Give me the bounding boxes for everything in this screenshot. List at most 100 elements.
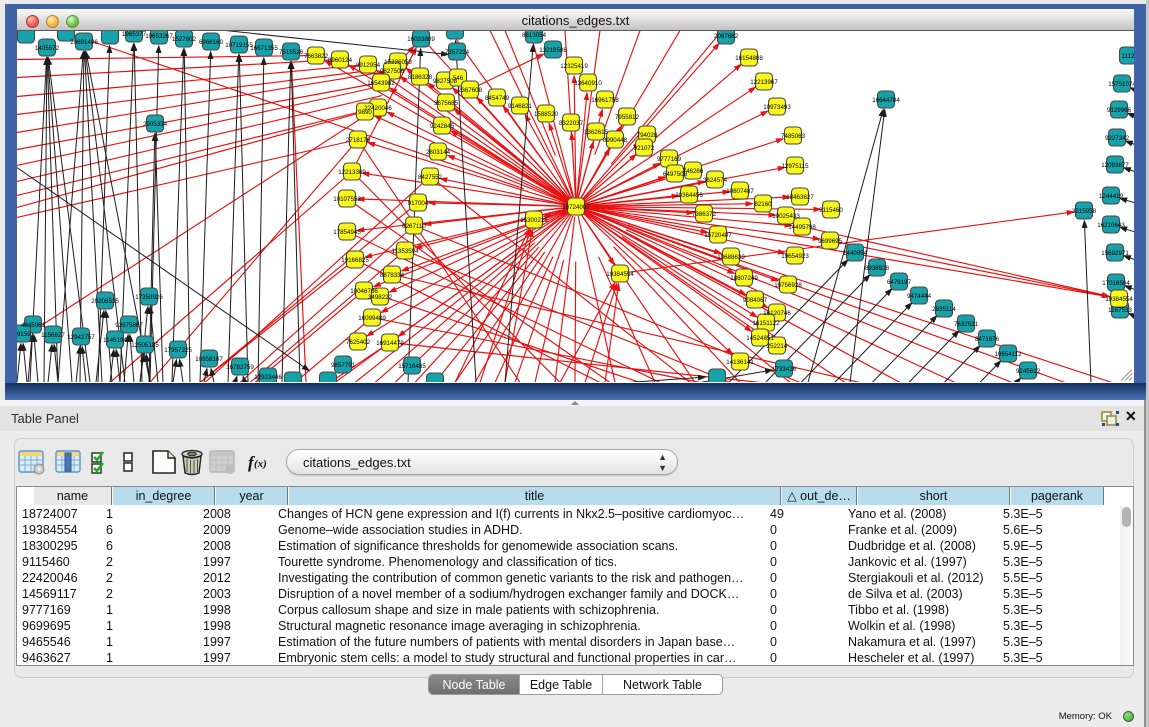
svg-text:15751074: 15751074 <box>1108 81 1134 88</box>
svg-text:8471676: 8471676 <box>975 336 1000 343</box>
svg-text:15716485: 15716485 <box>398 363 426 370</box>
svg-text:1112: 1112 <box>1122 53 1134 60</box>
svg-text:(x): (x) <box>254 458 267 470</box>
svg-text:19654923: 19654923 <box>781 253 809 260</box>
svg-text:16154808: 16154808 <box>735 55 763 62</box>
svg-text:12213967: 12213967 <box>750 79 778 86</box>
svg-text:16151122: 16151122 <box>752 320 780 327</box>
svg-text:921072: 921072 <box>634 145 655 152</box>
svg-text:1965377: 1965377 <box>122 31 147 38</box>
svg-text:10654112: 10654112 <box>994 351 1022 358</box>
svg-text:19384554: 19384554 <box>606 271 634 278</box>
svg-text:9227342: 9227342 <box>1105 135 1130 142</box>
svg-text:16914479: 16914479 <box>376 340 404 347</box>
svg-text:9129966: 9129966 <box>1107 107 1132 114</box>
svg-text:7485063: 7485063 <box>781 133 806 140</box>
svg-text:1145194: 1145194 <box>103 337 127 344</box>
svg-text:8322037: 8322037 <box>559 120 584 127</box>
svg-text:8938928: 8938928 <box>865 265 890 272</box>
svg-text:3624574: 3624574 <box>703 177 728 184</box>
svg-text:12923446: 12923446 <box>254 374 282 381</box>
svg-text:1362615: 1362615 <box>584 129 609 136</box>
svg-text:2367608: 2367608 <box>458 87 483 94</box>
svg-text:12213389: 12213389 <box>338 169 366 176</box>
svg-text:1405572: 1405572 <box>35 45 60 52</box>
svg-text:12325419: 12325419 <box>560 63 588 70</box>
svg-text:7515526: 7515526 <box>279 49 304 56</box>
svg-text:19166825: 19166825 <box>341 257 369 264</box>
svg-text:16210643: 16210643 <box>1097 222 1125 229</box>
svg-text:10107552: 10107552 <box>333 196 361 203</box>
svg-text:12942757: 12942757 <box>67 334 95 341</box>
svg-text:13640910: 13640910 <box>574 80 602 87</box>
svg-text:8267110: 8267110 <box>402 223 426 230</box>
svg-text:10958107: 10958107 <box>195 356 223 363</box>
svg-text:1733426: 1733426 <box>772 366 797 373</box>
svg-text:2905334: 2905334 <box>143 121 168 128</box>
svg-text:10973493: 10973493 <box>763 104 791 111</box>
svg-text:9890: 9890 <box>358 109 372 116</box>
svg-text:4845061: 4845061 <box>21 322 46 329</box>
svg-text:14495798: 14495798 <box>788 224 816 231</box>
svg-text:62160: 62160 <box>754 201 772 208</box>
svg-text:794028: 794028 <box>637 132 658 139</box>
svg-text:17359926: 17359926 <box>135 294 163 301</box>
svg-text:17854945: 17854945 <box>333 229 361 236</box>
svg-text:9474444: 9474444 <box>907 293 932 300</box>
svg-text:7386372: 7386372 <box>692 211 717 218</box>
svg-text:14524851: 14524851 <box>746 335 774 342</box>
svg-text:20691406: 20691406 <box>70 39 98 46</box>
svg-text:93975867: 93975867 <box>115 322 143 329</box>
svg-text:16644784: 16644784 <box>872 97 900 104</box>
svg-text:12505185: 12505185 <box>131 342 159 349</box>
svg-text:16782759: 16782759 <box>226 364 254 371</box>
svg-text:18724007: 18724007 <box>562 204 590 211</box>
svg-text:8990448: 8990448 <box>603 137 628 144</box>
svg-text:9827506: 9827506 <box>380 68 405 75</box>
svg-text:2718176: 2718176 <box>346 137 371 144</box>
svg-text:9699695: 9699695 <box>818 238 843 245</box>
svg-text:6497508: 6497508 <box>663 171 688 178</box>
svg-text:1167533: 1167533 <box>1108 307 1132 314</box>
svg-text:2935114: 2935114 <box>932 306 956 313</box>
svg-text:3498222: 3498222 <box>368 294 393 301</box>
svg-text:9245612: 9245612 <box>1016 368 1041 375</box>
svg-text:7357224: 7357224 <box>445 49 470 56</box>
svg-text:12093877: 12093877 <box>1101 162 1129 169</box>
svg-text:917004: 917004 <box>408 200 429 207</box>
svg-text:10719155: 10719155 <box>225 42 253 49</box>
svg-text:1440954: 1440954 <box>843 250 868 257</box>
svg-text:1527602: 1527602 <box>172 36 197 43</box>
svg-text:546: 546 <box>453 75 464 82</box>
svg-text:16120746: 16120746 <box>763 310 791 317</box>
svg-text:8186328: 8186328 <box>408 74 433 81</box>
svg-text:8813054: 8813054 <box>522 32 547 39</box>
svg-text:6966160: 6966160 <box>199 39 224 46</box>
svg-text:12975115: 12975115 <box>781 163 809 170</box>
svg-text:8427552: 8427552 <box>418 174 443 181</box>
svg-text:15692971: 15692971 <box>1101 250 1129 257</box>
svg-text:9242845: 9242845 <box>430 123 455 130</box>
svg-text:13218506: 13218506 <box>539 47 567 54</box>
svg-text:20364456: 20364456 <box>675 192 703 199</box>
svg-text:17016504: 17016504 <box>1102 280 1130 287</box>
svg-text:9115460: 9115460 <box>819 207 843 214</box>
svg-text:252214: 252214 <box>767 343 788 350</box>
svg-text:11353594: 11353594 <box>391 248 419 255</box>
svg-text:16543982: 16543982 <box>367 80 395 87</box>
svg-text:15300215: 15300215 <box>520 217 548 224</box>
svg-text:8960124: 8960124 <box>328 57 353 64</box>
svg-text:10653267: 10653267 <box>145 33 173 40</box>
svg-text:10688639: 10688639 <box>717 254 745 261</box>
svg-text:1588520: 1588520 <box>534 111 559 118</box>
svg-text:7663822: 7663822 <box>304 53 329 60</box>
svg-text:3675685: 3675685 <box>434 100 459 107</box>
svg-text:1156827: 1156827 <box>41 332 65 339</box>
svg-text:7625402: 7625402 <box>346 339 371 346</box>
svg-text:15226058: 15226058 <box>384 59 412 66</box>
svg-text:7955812: 7955812 <box>615 114 640 121</box>
svg-text:10025433: 10025433 <box>772 213 800 220</box>
svg-text:9146821: 9146821 <box>508 103 533 110</box>
svg-text:15720407: 15720407 <box>704 232 732 239</box>
svg-text:9857791: 9857791 <box>331 362 356 369</box>
